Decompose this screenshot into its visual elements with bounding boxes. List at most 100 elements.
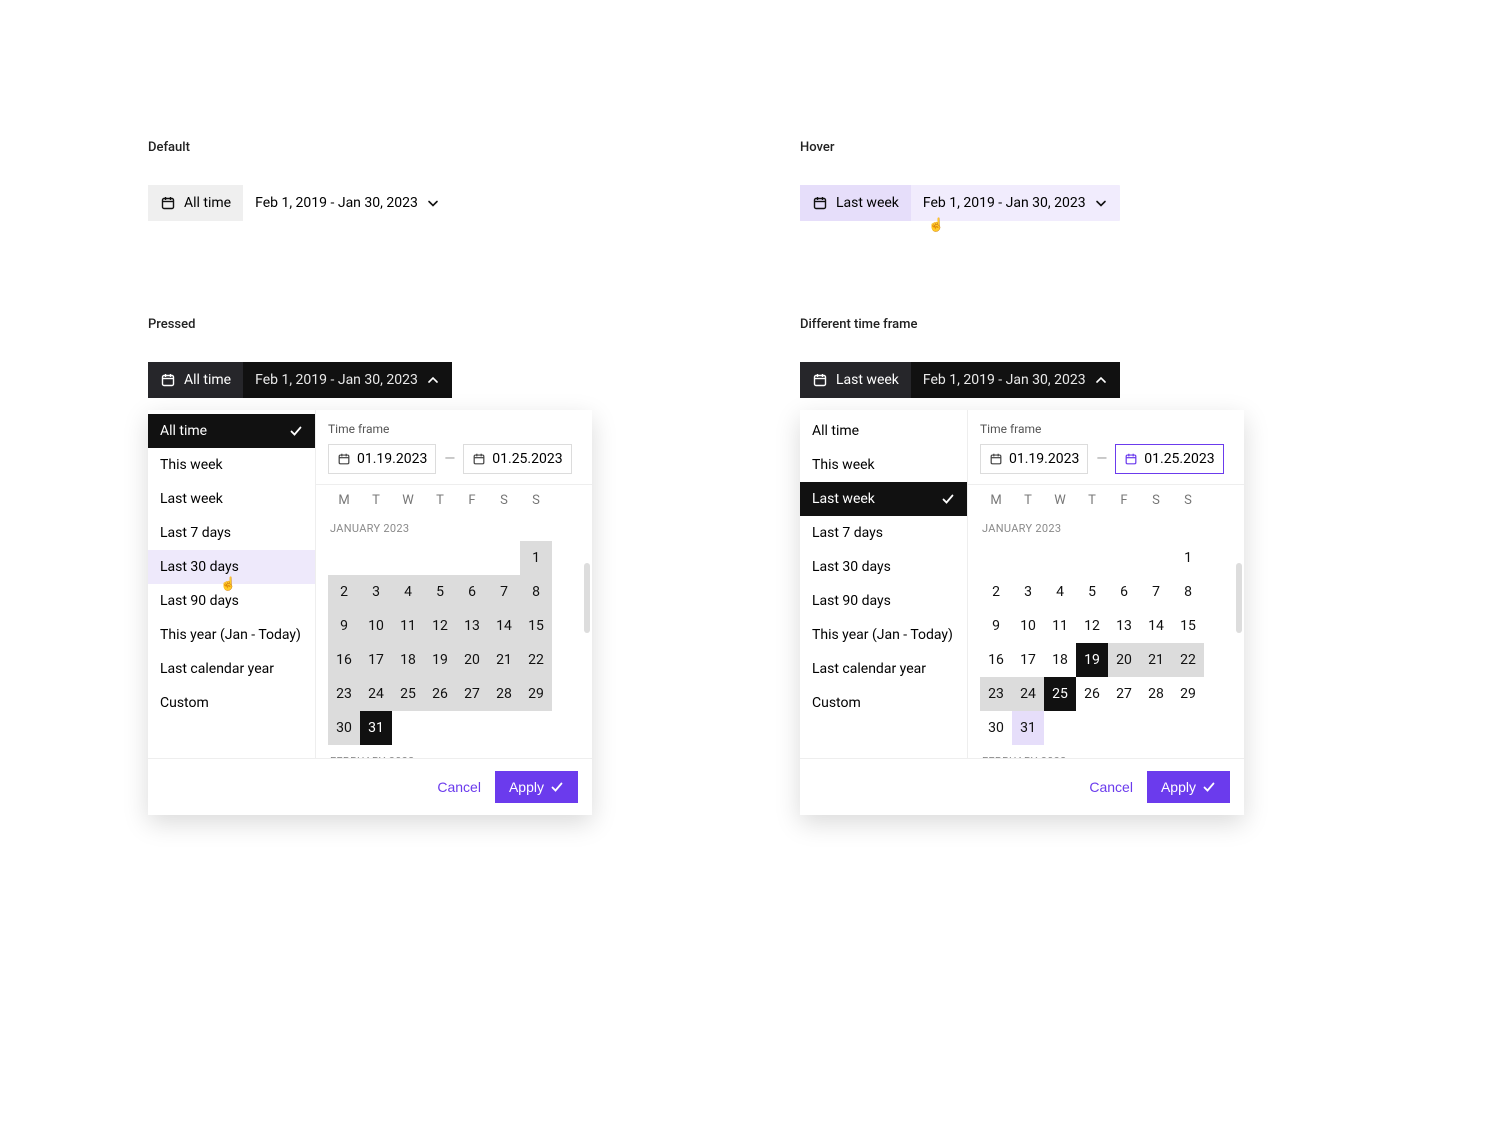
calendar-day[interactable]: 27 [456,677,488,711]
calendar-day[interactable]: 11 [1044,609,1076,643]
calendar-icon [160,372,176,388]
end-date-input[interactable]: 01.25.2023 [1115,444,1223,474]
calendar-day[interactable]: 2 [980,575,1012,609]
preset-item[interactable]: Last 7 days [148,516,315,550]
calendar-day[interactable]: 31 [1012,711,1044,745]
calendar-day[interactable]: 20 [456,643,488,677]
calendar-day[interactable]: 7 [1140,575,1172,609]
calendar-day[interactable]: 24 [1012,677,1044,711]
calendar-day[interactable]: 1 [1172,541,1204,575]
date-range-selector[interactable]: Last week Feb 1, 2019 - Jan 30, 2023 [800,362,1120,398]
calendar-day[interactable]: 24 [360,677,392,711]
calendar-day[interactable]: 13 [456,609,488,643]
calendar-day[interactable]: 15 [1172,609,1204,643]
preset-item[interactable]: Last calendar year [148,652,315,686]
preset-item[interactable]: This year (Jan - Today) [800,618,967,652]
preset-item[interactable]: Last 7 days [800,516,967,550]
calendar-day[interactable]: 17 [360,643,392,677]
calendar-day[interactable]: 12 [424,609,456,643]
end-date-input[interactable]: 01.25.2023 [463,444,571,474]
calendar-day[interactable]: 3 [1012,575,1044,609]
calendar-day[interactable]: 9 [328,609,360,643]
calendar-day[interactable]: 29 [520,677,552,711]
calendar-day[interactable]: 13 [1108,609,1140,643]
apply-button[interactable]: Apply [495,771,578,803]
scrollbar[interactable] [584,563,590,633]
preset-item[interactable]: All time [148,414,315,448]
preset-item-label: Last 90 days [812,593,891,609]
calendar-day[interactable]: 3 [360,575,392,609]
preset-item[interactable]: Last 90 days [800,584,967,618]
calendar-day[interactable]: 22 [1172,643,1204,677]
calendar-day[interactable]: 21 [1140,643,1172,677]
calendar-day[interactable]: 15 [520,609,552,643]
calendar-day[interactable]: 14 [488,609,520,643]
calendar-day[interactable]: 4 [392,575,424,609]
preset-item[interactable]: All time [800,414,967,448]
calendar-day[interactable]: 11 [392,609,424,643]
preset-item[interactable]: This week [800,448,967,482]
calendar-day[interactable]: 2 [328,575,360,609]
preset-item[interactable]: This year (Jan - Today) [148,618,315,652]
scrollbar[interactable] [1236,563,1242,633]
calendar-day[interactable]: 27 [1108,677,1140,711]
calendar-day[interactable]: 29 [1172,677,1204,711]
calendar-day[interactable]: 30 [328,711,360,745]
start-date-input[interactable]: 01.19.2023 [328,444,436,474]
calendar-day[interactable]: 21 [488,643,520,677]
preset-item[interactable]: Last calendar year [800,652,967,686]
date-range-selector[interactable]: All time Feb 1, 2019 - Jan 30, 2023 [148,362,452,398]
calendar-day[interactable]: 9 [980,609,1012,643]
calendar-day[interactable]: 22 [520,643,552,677]
calendar-day[interactable]: 26 [1076,677,1108,711]
preset-item[interactable]: Last week [148,482,315,516]
calendar-day[interactable]: 5 [1076,575,1108,609]
cancel-button[interactable]: Cancel [437,779,481,795]
calendar-day[interactable]: 26 [424,677,456,711]
calendar-day[interactable]: 1 [520,541,552,575]
calendar-month-label: FEBRUARY 2023 [982,755,1232,758]
calendar-day[interactable]: 10 [360,609,392,643]
calendar-day[interactable]: 10 [1012,609,1044,643]
calendar[interactable]: MTWTFSSJANUARY 2023123456789101112131415… [968,485,1244,758]
calendar-day[interactable]: 31 [360,711,392,745]
preset-item[interactable]: Last 90 days [148,584,315,618]
calendar-day[interactable]: 18 [392,643,424,677]
preset-item[interactable]: Custom [800,686,967,720]
calendar-day[interactable]: 30 [980,711,1012,745]
preset-item[interactable]: Last 30 days [800,550,967,584]
cancel-button[interactable]: Cancel [1089,779,1133,795]
calendar-day[interactable]: 23 [328,677,360,711]
calendar-day[interactable]: 16 [328,643,360,677]
calendar-day[interactable]: 6 [456,575,488,609]
calendar-day[interactable]: 19 [424,643,456,677]
calendar-day[interactable]: 28 [1140,677,1172,711]
calendar-day[interactable]: 8 [520,575,552,609]
calendar-day[interactable]: 28 [488,677,520,711]
calendar-day[interactable]: 17 [1012,643,1044,677]
date-range-selector[interactable]: All time Feb 1, 2019 - Jan 30, 2023 [148,185,452,221]
date-range-selector[interactable]: Last week Feb 1, 2019 - Jan 30, 2023 [800,185,1120,221]
calendar-day[interactable]: 8 [1172,575,1204,609]
calendar-day[interactable]: 19 [1076,643,1108,677]
calendar-day[interactable]: 4 [1044,575,1076,609]
preset-item[interactable]: Last week [800,482,967,516]
calendar-day[interactable]: 25 [1044,677,1076,711]
start-date-input[interactable]: 01.19.2023 [980,444,1088,474]
calendar-day[interactable]: 14 [1140,609,1172,643]
calendar-day[interactable]: 5 [424,575,456,609]
calendar[interactable]: MTWTFSSJANUARY 2023123456789101112131415… [316,485,592,758]
preset-item[interactable]: This week [148,448,315,482]
calendar-day[interactable]: 23 [980,677,1012,711]
calendar-day[interactable]: 6 [1108,575,1140,609]
calendar-day[interactable]: 12 [1076,609,1108,643]
preset-item[interactable]: Custom [148,686,315,720]
preset-item[interactable]: Last 30 days [148,550,315,584]
calendar-day[interactable]: 7 [488,575,520,609]
calendar-day[interactable]: 18 [1044,643,1076,677]
calendar-day[interactable]: 25 [392,677,424,711]
calendar-day[interactable]: 16 [980,643,1012,677]
calendar-day[interactable]: 20 [1108,643,1140,677]
apply-button[interactable]: Apply [1147,771,1230,803]
chevron-up-icon [1094,373,1108,387]
